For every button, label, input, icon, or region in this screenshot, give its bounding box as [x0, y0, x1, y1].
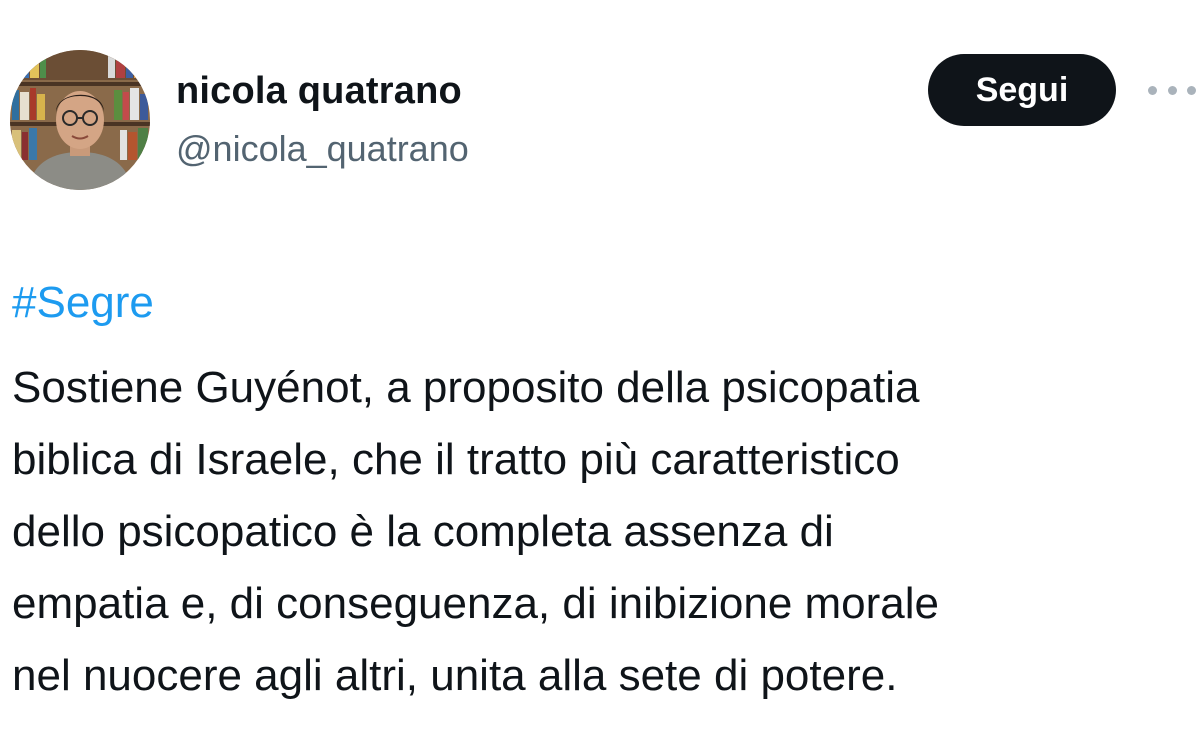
follow-button[interactable]: Segui: [928, 54, 1116, 126]
more-horizontal-icon[interactable]: [1148, 82, 1196, 98]
more-dot: [1167, 85, 1177, 95]
avatar[interactable]: [10, 50, 150, 190]
more-dot: [1187, 85, 1196, 95]
tweet-card: nicola quatrano @nicola_quatrano Segui #…: [0, 0, 1200, 756]
display-name[interactable]: nicola quatrano: [176, 70, 462, 113]
hashtag-link[interactable]: #Segre: [12, 278, 154, 328]
more-dot: [1148, 85, 1157, 95]
tweet-text-line: dello psicopatico è la completa assenza …: [12, 507, 834, 556]
tweet-text-line: empatia e, di conseguenza, di inibizione…: [12, 579, 940, 628]
tweet-text-line: nel nuocere agli altri, unita alla sete …: [12, 651, 898, 700]
avatar-image: [10, 50, 150, 190]
tweet-text-line: biblica di Israele, che il tratto più ca…: [12, 435, 900, 484]
tweet-text-line: Sostiene Guyénot, a proposito della psic…: [12, 363, 920, 412]
user-handle[interactable]: @nicola_quatrano: [176, 128, 469, 170]
tweet-text: Sostiene Guyénot, a proposito della psic…: [12, 352, 1192, 712]
